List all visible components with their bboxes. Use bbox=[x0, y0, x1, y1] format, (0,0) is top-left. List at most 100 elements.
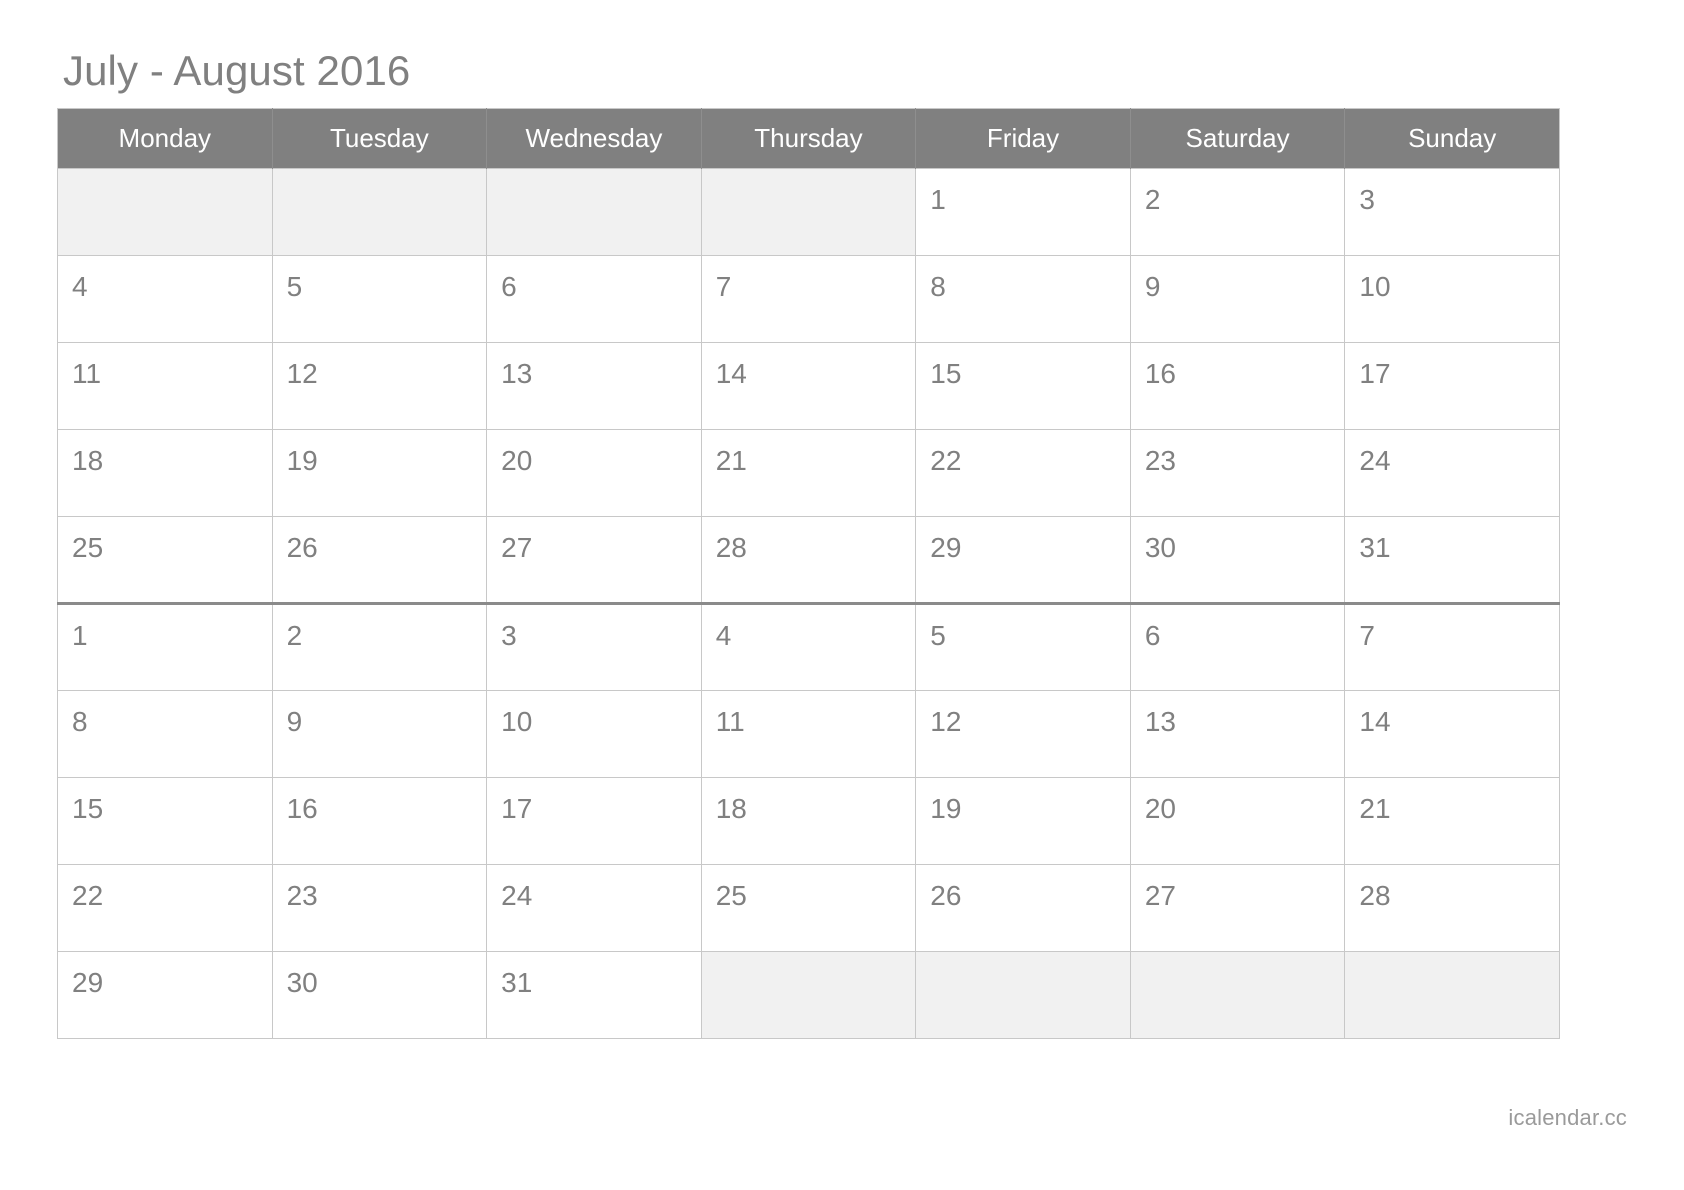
day-number bbox=[487, 169, 701, 186]
calendar-day-cell[interactable]: 31 bbox=[486, 951, 702, 1039]
calendar-day-cell[interactable]: 27 bbox=[1129, 864, 1346, 952]
calendar-day-cell[interactable]: 24 bbox=[486, 864, 702, 952]
calendar-day-cell[interactable]: 6 bbox=[1129, 603, 1346, 691]
day-number bbox=[702, 169, 916, 186]
calendar-day-cell[interactable]: 21 bbox=[700, 429, 917, 517]
day-number: 19 bbox=[930, 793, 962, 824]
calendar-day-cell[interactable]: 16 bbox=[271, 777, 488, 865]
calendar-day-cell[interactable]: 29 bbox=[915, 516, 1131, 605]
calendar-day-cell[interactable]: 17 bbox=[486, 777, 702, 865]
day-number: 10 bbox=[1359, 271, 1391, 302]
day-number: 19 bbox=[286, 445, 318, 476]
calendar-day-cell[interactable]: 15 bbox=[57, 777, 273, 865]
calendar-day-cell[interactable]: 22 bbox=[915, 429, 1131, 517]
calendar-day-cell[interactable]: 8 bbox=[915, 255, 1131, 343]
calendar-table: Monday Tuesday Wednesday Thursday Friday Satu… bbox=[57, 108, 1560, 1039]
calendar-day-cell[interactable]: 13 bbox=[1129, 690, 1346, 778]
calendar-week-row: 22 23 24 25 26 27 28 bbox=[57, 864, 1560, 952]
calendar-day-cell[interactable]: 12 bbox=[271, 342, 488, 430]
day-number: 6 bbox=[501, 271, 517, 302]
day-number: 25 bbox=[715, 880, 747, 911]
day-number: 14 bbox=[1359, 706, 1391, 737]
calendar-day-cell[interactable]: 1 bbox=[915, 168, 1131, 256]
calendar-day-cell[interactable]: 25 bbox=[57, 516, 273, 605]
calendar-day-cell[interactable]: 28 bbox=[700, 516, 917, 605]
day-number: 7 bbox=[1359, 620, 1375, 651]
calendar-day-cell[interactable]: 10 bbox=[1344, 255, 1560, 343]
day-number: 2 bbox=[1144, 184, 1161, 215]
calendar-day-cell[interactable]: 28 bbox=[1344, 864, 1560, 952]
calendar-day-cell[interactable]: 18 bbox=[57, 429, 273, 517]
calendar-day-cell[interactable]: 23 bbox=[271, 864, 488, 952]
calendar-day-cell[interactable]: 22 bbox=[57, 864, 273, 952]
calendar-header-row: Monday Tuesday Wednesday Thursday Friday Satu… bbox=[57, 108, 1560, 169]
calendar-day-cell[interactable]: 3 bbox=[1344, 168, 1560, 256]
day-number: 29 bbox=[930, 532, 962, 563]
calendar-day-cell[interactable]: 26 bbox=[915, 864, 1131, 952]
calendar-day-cell[interactable]: 5 bbox=[271, 255, 488, 343]
calendar-week-row: 4 5 6 7 8 9 10 bbox=[57, 255, 1560, 343]
weekday-header-friday: Friday bbox=[915, 108, 1131, 169]
day-number: 9 bbox=[1144, 271, 1161, 302]
calendar-day-cell[interactable]: 13 bbox=[486, 342, 702, 430]
day-number: 27 bbox=[501, 532, 533, 563]
day-number: 16 bbox=[1144, 358, 1176, 389]
calendar-day-cell[interactable]: 14 bbox=[700, 342, 917, 430]
calendar-day-cell[interactable]: 7 bbox=[700, 255, 917, 343]
calendar-day-cell[interactable]: 14 bbox=[1344, 690, 1560, 778]
calendar-day-cell[interactable]: 4 bbox=[700, 603, 917, 691]
calendar-day-cell[interactable]: 6 bbox=[486, 255, 702, 343]
calendar-day-cell[interactable]: 11 bbox=[700, 690, 917, 778]
calendar-day-cell[interactable]: 29 bbox=[57, 951, 273, 1039]
calendar-day-cell[interactable]: 21 bbox=[1344, 777, 1560, 865]
weekday-header-wednesday: Wednesday bbox=[486, 108, 702, 169]
calendar-day-cell[interactable]: 31 bbox=[1344, 516, 1560, 605]
calendar-day-cell[interactable]: 30 bbox=[271, 951, 488, 1039]
calendar-day-cell[interactable]: 3 bbox=[486, 603, 702, 691]
day-number: 17 bbox=[501, 793, 533, 824]
calendar-day-cell[interactable]: 20 bbox=[1129, 777, 1346, 865]
weekday-header-monday: Monday bbox=[57, 108, 273, 169]
day-number bbox=[1131, 952, 1345, 969]
day-number: 23 bbox=[1144, 445, 1176, 476]
calendar-body: 1 2 3 4 5 6 7 8 9 10 11 12 13 14 15 16 17 18 19 20 21 22 23 24 2… bbox=[57, 168, 1560, 1039]
calendar-cell-empty bbox=[1344, 951, 1560, 1039]
calendar-day-cell[interactable]: 17 bbox=[1344, 342, 1560, 430]
calendar-week-row: 29 30 31 bbox=[57, 951, 1560, 1039]
day-number bbox=[58, 169, 272, 186]
calendar-day-cell[interactable]: 26 bbox=[271, 516, 488, 605]
day-number: 9 bbox=[286, 706, 303, 737]
day-number bbox=[1345, 952, 1559, 969]
calendar-day-cell[interactable]: 2 bbox=[1129, 168, 1346, 256]
day-number: 3 bbox=[1359, 184, 1375, 215]
calendar-day-cell[interactable]: 9 bbox=[1129, 255, 1346, 343]
calendar-day-cell[interactable]: 11 bbox=[57, 342, 273, 430]
calendar-day-cell[interactable]: 5 bbox=[915, 603, 1131, 691]
calendar-day-cell[interactable]: 27 bbox=[486, 516, 702, 605]
calendar-day-cell[interactable]: 23 bbox=[1129, 429, 1346, 517]
calendar-day-cell[interactable]: 20 bbox=[486, 429, 702, 517]
calendar-day-cell[interactable]: 9 bbox=[271, 690, 488, 778]
calendar-day-cell[interactable]: 25 bbox=[700, 864, 917, 952]
calendar-day-cell[interactable]: 30 bbox=[1129, 516, 1346, 605]
day-number: 20 bbox=[501, 445, 533, 476]
calendar-day-cell[interactable]: 24 bbox=[1344, 429, 1560, 517]
calendar-day-cell[interactable]: 7 bbox=[1344, 603, 1560, 691]
weekday-header-sunday: Sunday bbox=[1344, 108, 1560, 169]
day-number: 31 bbox=[1359, 532, 1391, 563]
day-number: 18 bbox=[715, 793, 747, 824]
calendar-day-cell[interactable]: 15 bbox=[915, 342, 1131, 430]
calendar-day-cell[interactable]: 4 bbox=[57, 255, 273, 343]
day-number: 23 bbox=[286, 880, 318, 911]
calendar-day-cell[interactable]: 12 bbox=[915, 690, 1131, 778]
calendar-day-cell[interactable]: 8 bbox=[57, 690, 273, 778]
calendar-day-cell[interactable]: 16 bbox=[1129, 342, 1346, 430]
calendar-day-cell[interactable]: 10 bbox=[486, 690, 702, 778]
calendar-day-cell[interactable]: 19 bbox=[271, 429, 488, 517]
calendar-day-cell[interactable]: 19 bbox=[915, 777, 1131, 865]
day-number: 22 bbox=[930, 445, 962, 476]
calendar-day-cell[interactable]: 2 bbox=[271, 603, 488, 691]
day-number: 1 bbox=[930, 184, 946, 215]
calendar-day-cell[interactable]: 1 bbox=[57, 603, 273, 691]
calendar-day-cell[interactable]: 18 bbox=[700, 777, 917, 865]
